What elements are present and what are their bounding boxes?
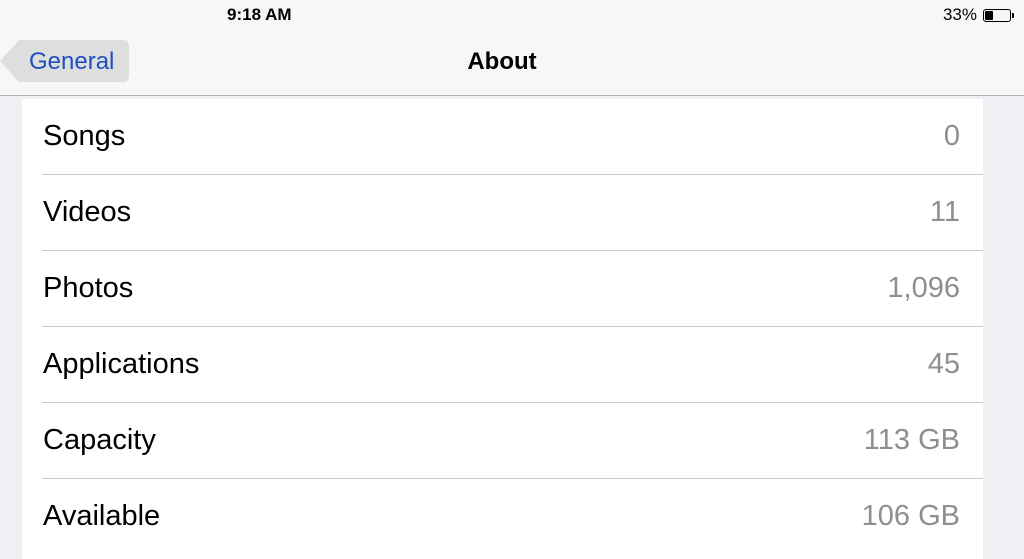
row-value: 1,096: [887, 272, 960, 304]
table-row-capacity: Capacity 113 GB: [22, 403, 983, 479]
table-row-songs: Songs 0: [22, 99, 983, 175]
table-row-applications: Applications 45: [22, 327, 983, 403]
status-time: 9:18 AM: [227, 5, 292, 24]
status-bar: 9:18 AM 33%: [0, 0, 1024, 30]
navigation-bar: General About: [0, 30, 1024, 96]
row-label: Songs: [43, 120, 126, 152]
row-label: Capacity: [43, 424, 156, 456]
battery-fill: [985, 10, 993, 20]
row-label: Photos: [43, 272, 134, 304]
row-value: 11: [929, 196, 960, 228]
row-label: Videos: [43, 196, 132, 228]
battery-tip: [1012, 12, 1014, 18]
battery-percent: 33%: [942, 5, 977, 24]
table-row-photos: Photos 1,096: [22, 251, 983, 327]
table-row-videos: Videos 11: [22, 175, 983, 251]
about-table: Songs 0 Videos 11 Photos 1,096 Applicati…: [22, 99, 983, 559]
row-value: 113 GB: [863, 424, 960, 456]
row-label: Available: [43, 500, 161, 532]
row-value: 0: [943, 120, 960, 152]
battery-indicator: 33%: [942, 5, 1014, 24]
battery-icon: [983, 8, 1014, 22]
page-title: About: [467, 48, 537, 75]
row-value: 106 GB: [861, 500, 960, 532]
row-label: Applications: [43, 348, 200, 380]
table-row-available: Available 106 GB: [22, 479, 983, 555]
row-value: 45: [927, 348, 960, 380]
